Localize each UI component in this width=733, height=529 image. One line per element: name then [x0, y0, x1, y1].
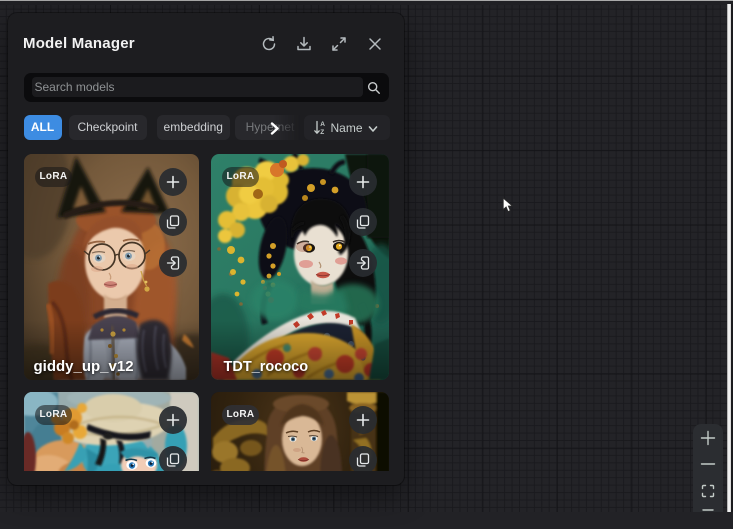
svg-text:Z: Z — [320, 129, 324, 135]
svg-text:A: A — [320, 121, 325, 128]
